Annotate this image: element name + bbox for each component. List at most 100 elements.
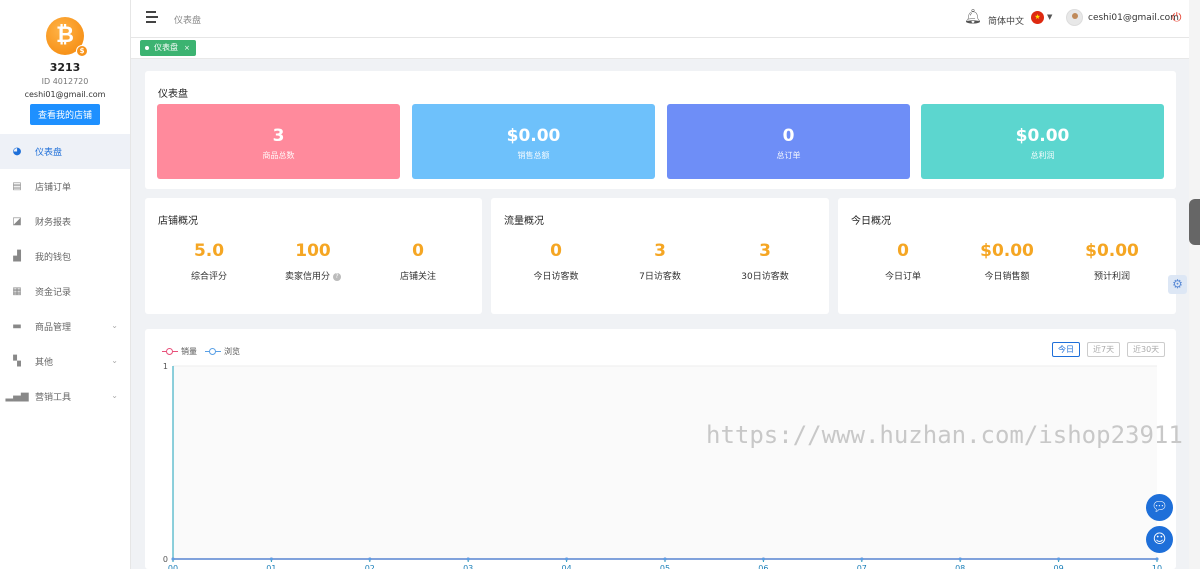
user-avatar[interactable] (1066, 9, 1083, 26)
sidebar-item-label: 店铺订单 (35, 183, 72, 193)
overview-item: 0 店铺关注 (366, 241, 470, 282)
card-title: 流量概况 (504, 216, 544, 227)
tab-label: 仪表盘 (154, 43, 178, 52)
x-tick-label: 04 (562, 564, 572, 569)
overview-item: 3 7日访客数 (608, 241, 712, 282)
sidebar-item-dashboard[interactable]: ◕ 仪表盘 (0, 134, 130, 169)
settings-gear-icon[interactable]: ⚙ (1168, 275, 1187, 294)
chart-line-icon: ◪ (12, 216, 22, 227)
sidebar: ₿ $ 3213 ID 4012720 ceshi01@gmail.com 查看我… (0, 0, 131, 569)
dashboard-icon: ◕ (12, 146, 22, 157)
overview-item: $0.00 今日销售额 (955, 241, 1059, 282)
sidebar-item-fund-records[interactable]: ▦ 资金记录 (0, 274, 130, 309)
chevron-down-icon: ⌄ (111, 391, 118, 400)
china-flag-icon[interactable]: ★ (1031, 11, 1044, 24)
scrollbar[interactable] (1189, 0, 1200, 569)
overview-label: 7日访客数 (639, 272, 681, 282)
bar-chart-icon: ▂▄▆ (5, 391, 29, 402)
profile-panel: ₿ $ 3213 ID 4012720 ceshi01@gmail.com 查看我… (0, 0, 130, 134)
data-point (1155, 557, 1159, 561)
chart-card: 销量 浏览 今日 近7天 近30天 1 0 00 01 02 03 04 05 06 07 08 09… (145, 329, 1176, 569)
chevron-down-icon: ⌄ (111, 356, 118, 365)
overview-label: 30日访客数 (741, 272, 789, 282)
overview-label: 店铺关注 (399, 272, 436, 282)
sidebar-item-finance-report[interactable]: ◪ 财务报表 (0, 204, 130, 239)
x-tick-label: 08 (955, 564, 965, 569)
today-overview-card: 今日概况 0 今日订单 $0.00 今日销售额 $0.00 预计利润 (838, 198, 1176, 314)
sidebar-item-other[interactable]: ▚ 其他 ⌄ (0, 344, 130, 379)
language-selector[interactable]: 简体中文 (988, 14, 1024, 27)
data-point (269, 557, 273, 561)
overview-value: 3 (654, 241, 666, 261)
overview-item: 0 今日订单 (851, 241, 955, 282)
sidebar-item-product-management[interactable]: ▬ 商品管理 ⌄ (0, 309, 130, 344)
x-tick-label: 03 (463, 564, 473, 569)
sidebar-item-marketing-tools[interactable]: ▂▄▆ 营销工具 ⌄ (0, 379, 130, 414)
stat-value: 3 (272, 126, 285, 146)
wallet-icon: ▟ (13, 251, 21, 262)
overview-item: 5.0 综合评分 (157, 241, 261, 282)
data-point (860, 557, 864, 561)
page-title: 仪表盘 (158, 89, 188, 100)
close-icon[interactable]: × (184, 44, 190, 52)
power-icon[interactable]: ⏻ (1172, 10, 1182, 25)
file-icon: ▦ (12, 286, 22, 297)
overview-value: 3 (759, 241, 771, 261)
top-header: 仪表盘 🔔︎ 简体中文 ★ ▼ ceshi01@gmail.com ⏻ (131, 0, 1189, 38)
stat-label: 商品总数 (262, 151, 295, 160)
sidebar-item-label: 其他 (35, 358, 54, 368)
sidebar-item-label: 商品管理 (35, 323, 72, 333)
stat-label: 总利润 (1030, 151, 1055, 160)
stat-value: $0.00 (1015, 126, 1070, 146)
sidebar-item-wallet[interactable]: ▟ 我的钱包 (0, 239, 130, 274)
stat-profit-total: $0.00 总利润 (921, 104, 1164, 179)
overview-label: 今日订单 (884, 272, 921, 282)
overview-value: 100 (295, 241, 331, 261)
stat-label: 销售总额 (517, 151, 550, 160)
x-tick-label: 05 (660, 564, 670, 569)
x-tick-label: 02 (365, 564, 375, 569)
stat-value: 0 (782, 126, 795, 146)
sidebar-item-label: 仪表盘 (35, 148, 63, 158)
x-tick-label: 01 (266, 564, 276, 569)
plot-area (173, 366, 1157, 559)
line-chart: 1000 01 02 03 04 05 06 07 08 09 10 (163, 362, 1162, 569)
bell-icon[interactable]: 🔔︎ (964, 9, 982, 25)
data-point (1057, 557, 1061, 561)
shop-avatar: ₿ $ (46, 17, 88, 57)
sidebar-item-label: 财务报表 (35, 218, 72, 228)
traffic-overview-card: 流量概况 0 今日访客数 3 7日访客数 3 30日访客数 (491, 198, 829, 314)
sidebar-item-label: 资金记录 (35, 288, 72, 298)
overview-value: 0 (550, 241, 562, 261)
data-point (368, 557, 372, 561)
overview-label: 综合评分 (190, 272, 227, 282)
grid-icon: ▚ (13, 356, 21, 367)
x-tick-label: 00 (168, 564, 178, 569)
view-my-shop-button[interactable]: 查看我的店铺 (29, 104, 100, 125)
overview-value: 0 (897, 241, 909, 261)
shop-email: ceshi01@gmail.com (24, 90, 106, 99)
overview-value: $0.00 (1085, 241, 1139, 261)
shop-name: 3213 (49, 61, 81, 74)
help-icon[interactable]: ? (332, 272, 341, 281)
card-title: 今日概况 (851, 216, 891, 227)
data-point (565, 557, 569, 561)
overview-item: 0 今日访客数 (504, 241, 608, 282)
chevron-down-icon: ⌄ (111, 321, 118, 330)
overview-label: 今日销售额 (984, 272, 1030, 282)
menu-toggle-icon[interactable] (146, 11, 160, 25)
sidebar-item-label: 我的钱包 (35, 253, 72, 263)
user-email[interactable]: ceshi01@gmail.com (1088, 13, 1179, 23)
data-point (761, 557, 765, 561)
overview-item: $0.00 预计利润 (1060, 241, 1164, 282)
caret-down-icon[interactable]: ▼ (1047, 13, 1052, 21)
badge-icon: $ (76, 45, 88, 57)
watermark-text: https://www.huzhan.com/ishop23911 (706, 421, 1183, 449)
briefcase-icon: ▬ (12, 321, 22, 332)
tab-dashboard[interactable]: 仪表盘 × (140, 40, 196, 56)
y-tick-label: 0 (163, 555, 168, 564)
sidebar-item-shop-orders[interactable]: ▤ 店铺订单 (0, 169, 130, 204)
scrollbar-handle[interactable] (1189, 199, 1200, 245)
chat-icon[interactable]: 💬︎ (1146, 494, 1173, 521)
customer-service-icon[interactable]: ☺ (1146, 526, 1173, 553)
